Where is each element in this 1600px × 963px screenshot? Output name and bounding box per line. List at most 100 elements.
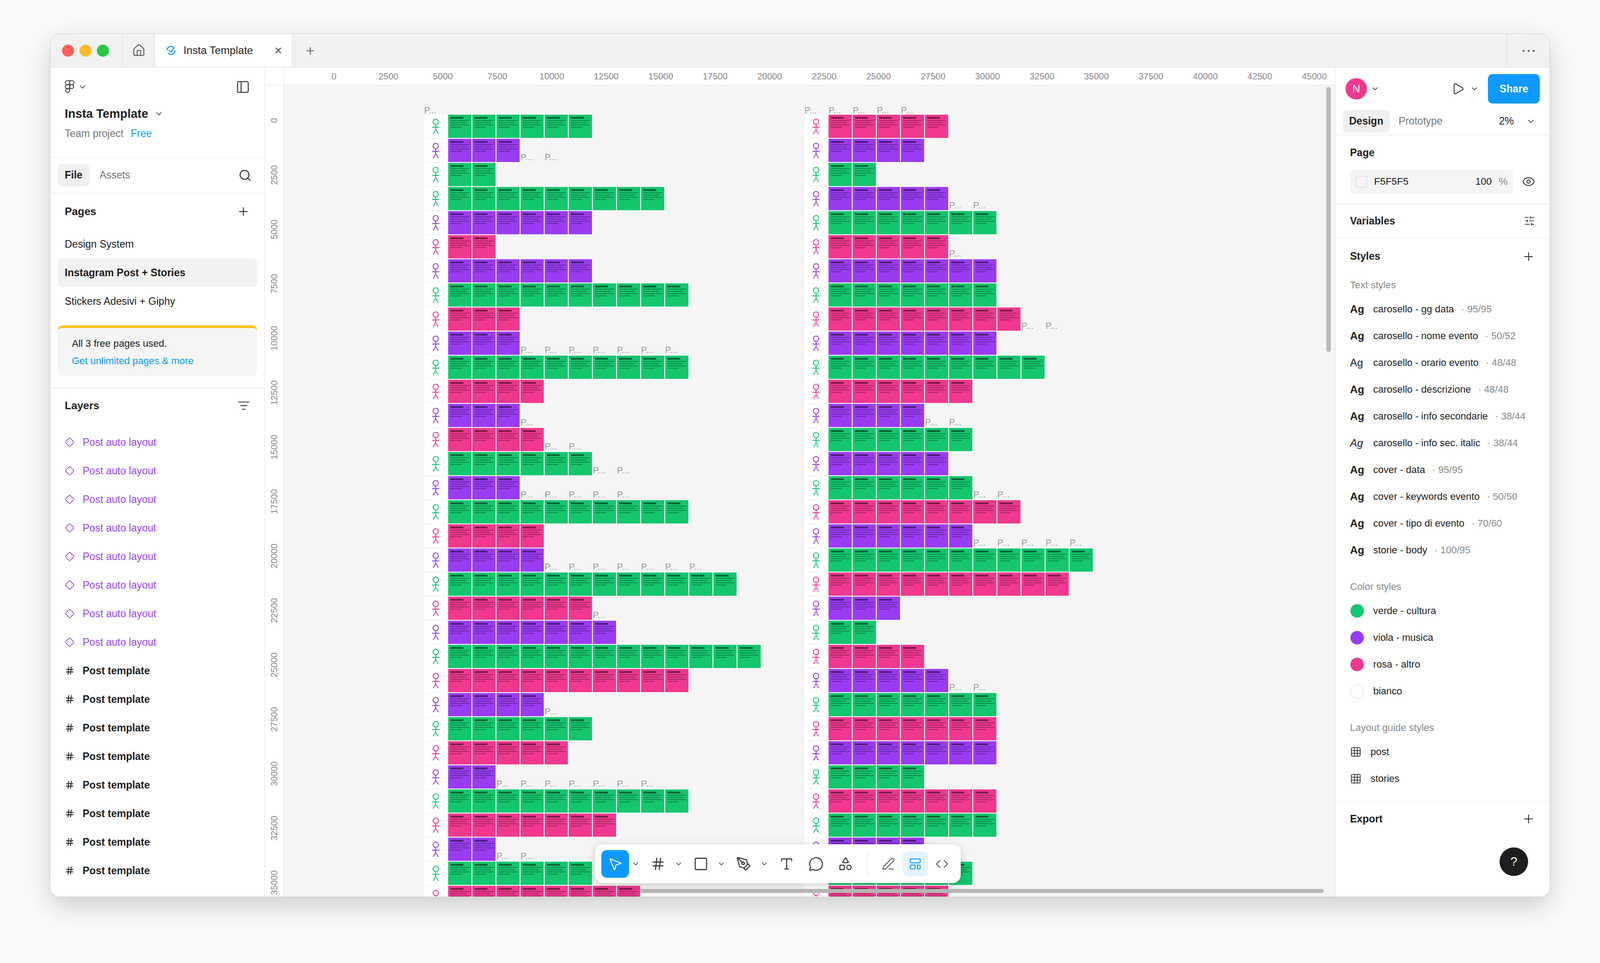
post-thumbnail[interactable] bbox=[616, 500, 641, 524]
post-thumbnail[interactable] bbox=[949, 789, 973, 813]
post-thumbnail[interactable] bbox=[900, 717, 925, 741]
story-sketch[interactable] bbox=[804, 572, 828, 596]
frame-label[interactable]: P... bbox=[997, 489, 1021, 500]
variables-icon[interactable] bbox=[1523, 215, 1536, 227]
post-thumbnail[interactable] bbox=[568, 886, 592, 897]
post-thumbnail[interactable] bbox=[876, 789, 900, 813]
post-thumbnail[interactable] bbox=[448, 789, 472, 813]
frame-label[interactable]: P... bbox=[852, 105, 876, 115]
post-thumbnail[interactable] bbox=[496, 596, 520, 621]
post-thumbnail[interactable] bbox=[876, 572, 900, 596]
post-thumbnail[interactable] bbox=[544, 259, 568, 283]
layer-item[interactable]: Post auto layout bbox=[50, 628, 265, 657]
post-thumbnail[interactable] bbox=[472, 283, 496, 307]
page-item[interactable]: Design System bbox=[57, 229, 258, 259]
post-thumbnail[interactable] bbox=[568, 620, 592, 645]
post-thumbnail[interactable] bbox=[973, 307, 997, 331]
color-style-item[interactable]: viola - musica bbox=[1335, 624, 1550, 652]
post-thumbnail[interactable] bbox=[876, 669, 900, 693]
post-thumbnail[interactable] bbox=[472, 331, 496, 355]
post-thumbnail[interactable] bbox=[925, 693, 949, 717]
post-thumbnail[interactable] bbox=[568, 789, 592, 813]
post-thumbnail[interactable] bbox=[448, 596, 472, 621]
story-sketch[interactable] bbox=[804, 693, 828, 717]
post-thumbnail[interactable] bbox=[925, 211, 949, 235]
post-thumbnail[interactable] bbox=[949, 355, 973, 380]
chevron-down-icon[interactable] bbox=[1470, 84, 1480, 94]
post-thumbnail[interactable] bbox=[665, 645, 689, 669]
post-thumbnail[interactable] bbox=[520, 789, 544, 813]
post-thumbnail[interactable] bbox=[949, 548, 973, 572]
frame-label[interactable]: P... bbox=[616, 779, 641, 789]
post-thumbnail[interactable] bbox=[472, 211, 496, 235]
post-thumbnail[interactable] bbox=[520, 596, 544, 621]
story-sketch[interactable] bbox=[424, 259, 448, 283]
layer-item[interactable]: Post template bbox=[50, 770, 265, 800]
post-thumbnail[interactable] bbox=[852, 645, 876, 669]
text-style-item[interactable]: Agcover - data· 95/95 bbox=[1335, 456, 1550, 484]
post-thumbnail[interactable] bbox=[472, 596, 496, 621]
share-button[interactable]: Share bbox=[1487, 74, 1540, 105]
post-thumbnail[interactable] bbox=[592, 789, 617, 813]
post-thumbnail[interactable] bbox=[544, 596, 568, 621]
post-thumbnail[interactable] bbox=[852, 693, 876, 717]
post-thumbnail[interactable] bbox=[472, 524, 496, 548]
post-thumbnail[interactable] bbox=[496, 669, 520, 693]
story-sketch[interactable] bbox=[804, 813, 828, 838]
post-thumbnail[interactable] bbox=[568, 862, 592, 886]
post-thumbnail[interactable] bbox=[900, 187, 925, 211]
zoom-level[interactable]: 2% bbox=[1499, 113, 1514, 130]
post-thumbnail[interactable] bbox=[713, 572, 737, 596]
post-thumbnail[interactable] bbox=[973, 283, 997, 307]
post-thumbnail[interactable] bbox=[568, 452, 592, 476]
post-thumbnail[interactable] bbox=[592, 187, 617, 211]
post-thumbnail[interactable] bbox=[900, 404, 925, 428]
post-thumbnail[interactable] bbox=[496, 307, 520, 331]
add-export-icon[interactable] bbox=[1521, 812, 1536, 826]
post-thumbnail[interactable] bbox=[496, 524, 520, 548]
story-sketch[interactable] bbox=[804, 669, 828, 693]
post-thumbnail[interactable] bbox=[949, 693, 973, 717]
post-thumbnail[interactable] bbox=[713, 645, 737, 669]
frame-label[interactable]: P... bbox=[520, 152, 544, 163]
frame-label[interactable]: P... bbox=[544, 779, 568, 789]
post-thumbnail[interactable] bbox=[568, 572, 592, 596]
rectangle-tool[interactable] bbox=[687, 850, 715, 879]
post-thumbnail[interactable] bbox=[496, 572, 520, 596]
frame-label[interactable]: P... bbox=[1021, 320, 1045, 331]
post-thumbnail[interactable] bbox=[900, 331, 925, 355]
post-thumbnail[interactable] bbox=[828, 283, 852, 307]
post-thumbnail[interactable] bbox=[568, 187, 592, 211]
post-thumbnail[interactable] bbox=[544, 789, 568, 813]
frame-label[interactable]: P... bbox=[689, 562, 713, 572]
pen-tool[interactable] bbox=[729, 850, 758, 879]
story-sketch[interactable] bbox=[804, 235, 828, 259]
story-sketch[interactable] bbox=[804, 452, 828, 476]
post-thumbnail[interactable] bbox=[544, 355, 568, 380]
frame-label[interactable]: P... bbox=[949, 248, 973, 259]
post-thumbnail[interactable] bbox=[876, 259, 900, 283]
story-sketch[interactable] bbox=[424, 862, 448, 886]
post-thumbnail[interactable] bbox=[925, 428, 949, 452]
post-thumbnail[interactable] bbox=[828, 211, 852, 235]
post-thumbnail[interactable] bbox=[900, 114, 925, 138]
post-thumbnail[interactable] bbox=[520, 500, 544, 524]
post-thumbnail[interactable] bbox=[520, 428, 544, 452]
add-style-icon[interactable] bbox=[1521, 250, 1536, 264]
post-thumbnail[interactable] bbox=[949, 500, 973, 524]
story-sketch[interactable] bbox=[804, 741, 828, 765]
post-thumbnail[interactable] bbox=[973, 813, 997, 838]
post-thumbnail[interactable] bbox=[852, 765, 876, 789]
post-thumbnail[interactable] bbox=[472, 355, 496, 380]
post-thumbnail[interactable] bbox=[448, 235, 472, 259]
post-thumbnail[interactable] bbox=[568, 596, 592, 621]
post-thumbnail[interactable] bbox=[448, 452, 472, 476]
text-style-item[interactable]: Agcover - tipo di evento· 70/60 bbox=[1335, 510, 1550, 538]
post-thumbnail[interactable] bbox=[828, 235, 852, 259]
story-sketch[interactable] bbox=[804, 283, 828, 307]
story-sketch[interactable] bbox=[424, 693, 448, 717]
post-thumbnail[interactable] bbox=[448, 283, 472, 307]
post-thumbnail[interactable] bbox=[496, 211, 520, 235]
design-mode-button[interactable] bbox=[902, 851, 928, 877]
post-thumbnail[interactable] bbox=[925, 789, 949, 813]
